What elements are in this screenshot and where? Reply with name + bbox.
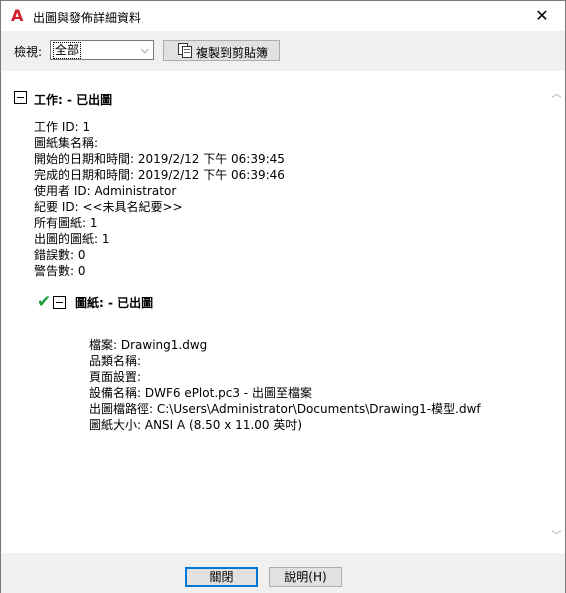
button-bar: 關閉 說明(H) <box>1 553 565 593</box>
details-panel: 工作: - 已出圖 工作 ID: 1 圖紙集名稱: 開始的日期和時間: 2019… <box>2 71 565 553</box>
sheet-heading: 圖紙: - 已出圖 <box>75 296 154 310</box>
job-detail-line: 工作 ID: 1 <box>34 120 91 134</box>
toolbar: 檢視: 全部 ⌵ 複製到剪貼簿 <box>1 31 565 71</box>
sheet-detail-line: 品類名稱: <box>89 354 142 368</box>
success-check-icon: ✔ <box>37 292 52 312</box>
clipboard-icon <box>178 43 192 58</box>
close-window-button[interactable]: ✕ <box>519 1 565 31</box>
job-detail-line: 所有圖紙: 1 <box>34 216 98 230</box>
view-dropdown[interactable]: 全部 ⌵ <box>50 40 154 60</box>
collapse-sheet-toggle[interactable] <box>53 296 66 309</box>
scroll-down-icon[interactable]: ﹀ <box>550 527 563 542</box>
job-detail-line: 警告數: 0 <box>34 264 86 278</box>
sheet-detail-line: 檔案: Drawing1.dwg <box>89 338 208 352</box>
job-detail-line: 紀要 ID: <<未具名紀要>> <box>34 200 183 214</box>
job-detail-line: 出圖的圖紙: 1 <box>34 232 110 246</box>
job-detail-line: 開始的日期和時間: 2019/2/12 下午 06:39:45 <box>34 152 285 166</box>
copy-to-clipboard-button[interactable]: 複製到剪貼簿 <box>163 40 280 61</box>
view-label: 檢視: <box>14 45 43 59</box>
vertical-scrollbar[interactable]: ︿ ﹀ <box>548 71 565 553</box>
title-bar: A 出圖與發佈詳細資料 ✕ <box>1 1 565 31</box>
close-icon: ✕ <box>535 6 549 25</box>
chevron-down-icon: ⌵ <box>140 43 149 56</box>
sheet-detail-line: 頁面設置: <box>89 370 142 384</box>
scroll-up-icon[interactable]: ︿ <box>550 85 563 100</box>
autocad-logo-icon: A <box>11 6 24 25</box>
help-button[interactable]: 說明(H) <box>269 567 342 587</box>
collapse-job-toggle[interactable] <box>14 91 27 104</box>
job-detail-line: 完成的日期和時間: 2019/2/12 下午 06:39:46 <box>34 168 285 182</box>
close-button[interactable]: 關閉 <box>185 567 258 587</box>
job-heading: 工作: - 已出圖 <box>34 93 113 107</box>
copy-button-label: 複製到剪貼簿 <box>196 46 269 60</box>
sheet-detail-line: 設備名稱: DWF6 ePlot.pc3 - 出圖至檔案 <box>89 386 312 400</box>
job-detail-line: 錯誤數: 0 <box>34 248 86 262</box>
dialog-window: A 出圖與發佈詳細資料 ✕ 檢視: 全部 ⌵ 複製到剪貼簿 工作: - 已出圖 … <box>0 0 566 593</box>
job-detail-line: 使用者 ID: Administrator <box>34 184 177 198</box>
sheet-detail-line: 圖紙大小: ANSI A (8.50 x 11.00 英吋) <box>89 418 303 432</box>
view-dropdown-value: 全部 <box>53 42 82 59</box>
sheet-detail-line: 出圖檔路徑: C:\Users\Administrator\Documents\… <box>89 402 481 416</box>
job-detail-line: 圖紙集名稱: <box>34 136 99 150</box>
window-title: 出圖與發佈詳細資料 <box>33 11 142 25</box>
